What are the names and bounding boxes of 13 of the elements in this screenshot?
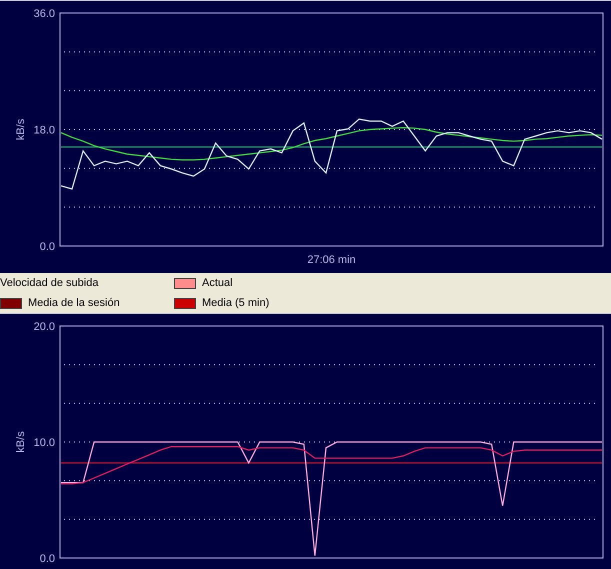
- y-axis-label: kB/s: [15, 431, 27, 453]
- y-axis-label: kB/s: [15, 118, 27, 140]
- legend-label: Actual: [202, 277, 233, 289]
- legend-label: Media (5 min): [202, 297, 270, 309]
- y-tick-label: 0.0: [40, 241, 55, 253]
- y-tick-label: 36.0: [34, 8, 55, 20]
- legend-label: Media de la sesión: [28, 297, 120, 309]
- y-tick-label: 10.0: [34, 437, 55, 449]
- y-tick-label: 18.0: [34, 124, 55, 136]
- x-axis-label: 27:06 min: [307, 254, 356, 266]
- legend-title: Velocidad de subida: [0, 277, 100, 289]
- y-tick-label: 0.0: [40, 553, 55, 565]
- y-tick-label: 20.0: [34, 321, 55, 333]
